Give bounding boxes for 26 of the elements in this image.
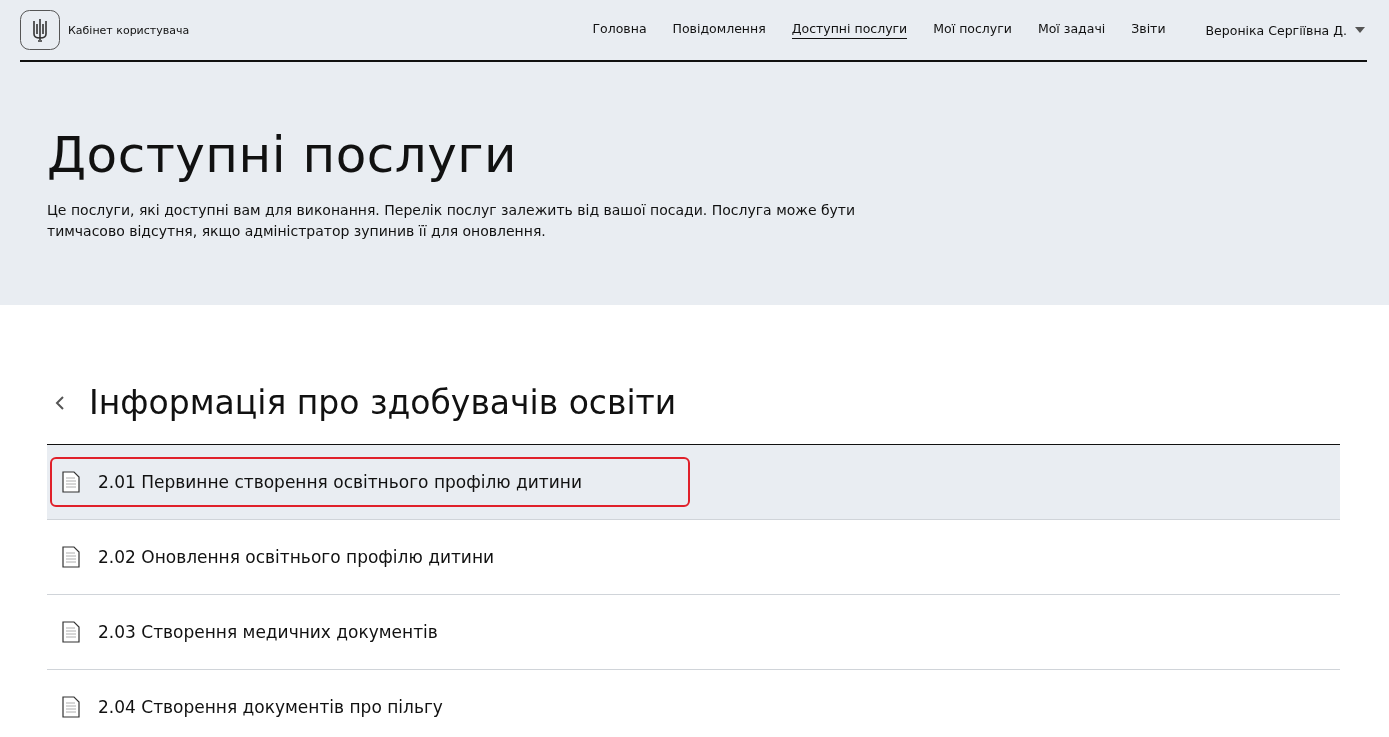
nav-link[interactable]: Головна <box>592 21 647 39</box>
nav-link[interactable]: Мої задачі <box>1037 21 1106 39</box>
nav-link[interactable]: Повідомлення <box>672 21 766 39</box>
back-chevron-icon[interactable] <box>55 394 65 411</box>
section-title: Інформація про здобувачів освіти <box>89 383 677 422</box>
caret-icon <box>1355 27 1365 33</box>
document-icon <box>62 546 80 568</box>
service-title: 2.04 Створення документів про пільгу <box>98 697 443 717</box>
service-title: 2.01 Первинне створення освітнього профілю дитини <box>98 472 582 492</box>
document-icon <box>62 471 80 493</box>
page-description: Це послуги, які доступні вам для виконання. Перелік послуг залежить від вашої посади. Послуга може бути тимчасово відсутня, якщо адміністратор зупинив її для оновлення. <box>47 201 857 241</box>
service-title: 2.02 Оновлення освітнього профілю дитини <box>98 547 495 567</box>
service-item[interactable]: 2.03 Створення медичних документів <box>47 595 1340 670</box>
document-icon <box>62 621 80 643</box>
nav-link[interactable]: Доступні послуги <box>791 21 908 39</box>
service-item[interactable]: 2.02 Оновлення освітнього профілю дитини <box>47 520 1340 595</box>
logo-text: Кабінет користувача <box>68 23 190 37</box>
nav-link[interactable]: Звіти <box>1131 21 1166 39</box>
service-item[interactable]: 2.04 Створення документів про пільгу <box>47 670 1340 737</box>
document-icon <box>62 696 80 718</box>
user-menu-button[interactable]: Вероніка Сергіївна Д. <box>1203 20 1367 40</box>
page-title: Доступні послуги <box>47 126 519 184</box>
service-title: 2.03 Створення медичних документів <box>98 622 438 642</box>
service-item[interactable]: 2.01 Первинне створення освітнього профілю дитини <box>47 445 1340 520</box>
nav-link[interactable]: Мої послуги <box>933 21 1012 39</box>
trident-logo-icon[interactable] <box>20 10 60 50</box>
